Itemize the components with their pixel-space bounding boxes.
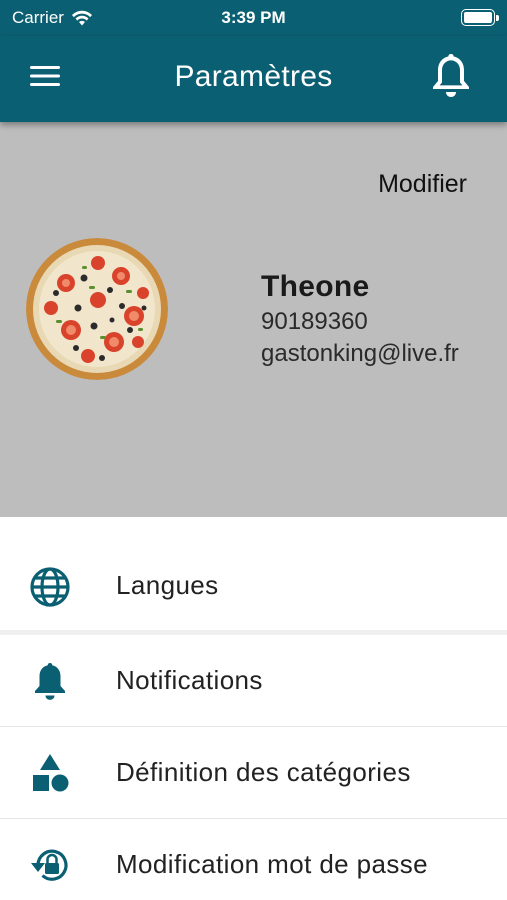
status-bar: Carrier 3:39 PM <box>0 0 507 36</box>
app-bar: Paramètres <box>0 36 507 122</box>
edit-profile-button[interactable]: Modifier <box>378 170 467 199</box>
status-time: 3:39 PM <box>221 8 286 27</box>
menu-item-label: Définition des catégories <box>116 757 411 787</box>
avatar[interactable] <box>26 238 168 380</box>
notifications-button[interactable] <box>429 50 473 100</box>
profile-phone: 90189360 <box>261 308 368 335</box>
menu-item-categories[interactable]: Définition des catégories <box>0 727 507 819</box>
globe-icon <box>28 565 72 609</box>
lock-reset-icon <box>28 843 72 887</box>
bell-icon <box>433 54 469 97</box>
profile-section: Modifier Theone 90189360 gastonking@live… <box>0 122 507 517</box>
menu-item-password[interactable]: Modification mot de passe <box>0 819 507 900</box>
profile-info: Theone 90189360 gastonking@live.fr <box>261 270 459 370</box>
menu-item-label: Modification mot de passe <box>116 849 429 879</box>
menu-item-label: Notifications <box>116 665 263 695</box>
settings-menu: Langues Notifications Définition des cat… <box>0 517 507 900</box>
battery-icon <box>461 9 499 26</box>
profile-email: gastonking@live.fr <box>261 340 459 367</box>
bell-icon <box>28 659 72 703</box>
menu-item-languages[interactable]: Langues <box>0 517 507 635</box>
pizza-image <box>26 238 168 380</box>
shapes-icon <box>28 751 72 795</box>
profile-name: Theone <box>261 270 370 303</box>
menu-item-notifications[interactable]: Notifications <box>0 635 507 727</box>
menu-item-label: Langues <box>116 570 219 600</box>
